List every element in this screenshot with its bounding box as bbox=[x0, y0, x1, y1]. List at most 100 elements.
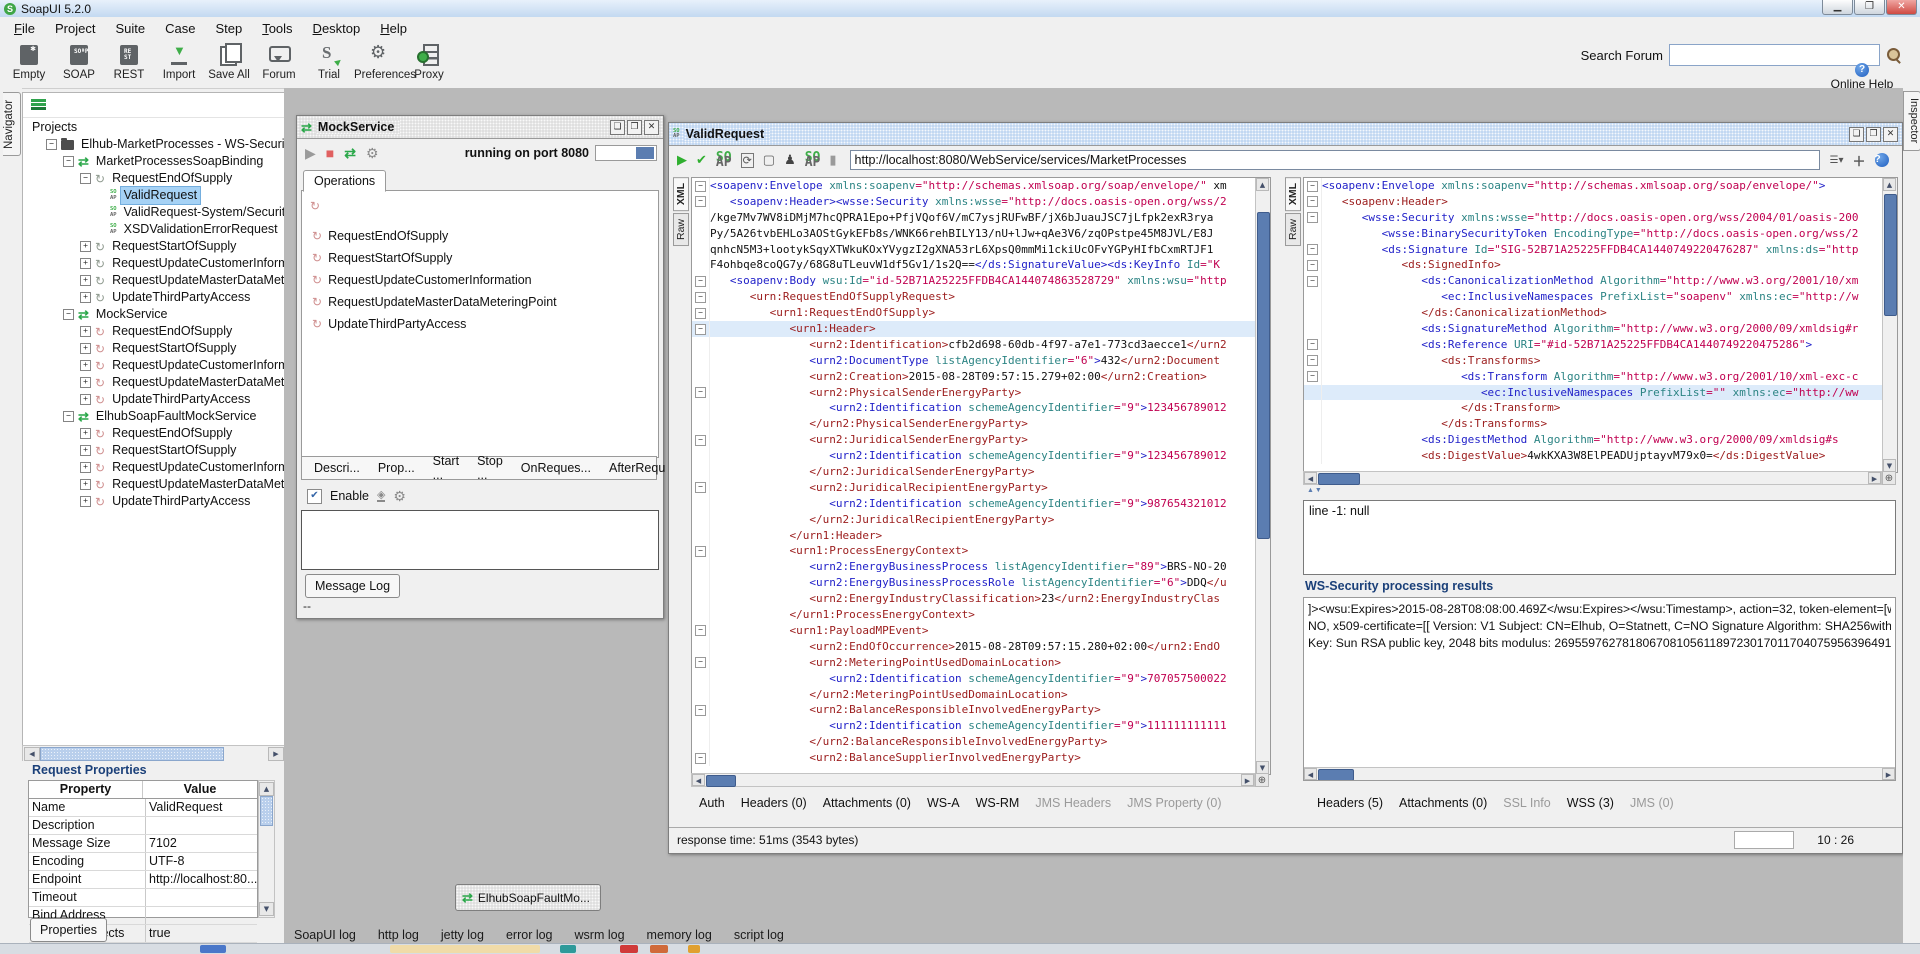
wss-results-box[interactable]: ]><wsu:Expires>2015-08-28T08:08:00.469Z<… bbox=[1303, 597, 1896, 781]
add-endpoint-icon[interactable]: ＋ bbox=[1853, 151, 1866, 170]
fold-collapse-icon[interactable]: − bbox=[695, 196, 706, 207]
fold-collapse-icon[interactable]: − bbox=[1307, 276, 1318, 287]
log-tab-memory[interactable]: memory log bbox=[647, 928, 712, 942]
toolbar-prefs-button[interactable]: Preferences bbox=[354, 39, 404, 88]
toolbar-empty-button[interactable]: Empty bbox=[4, 39, 54, 88]
tab-raw[interactable]: Raw bbox=[673, 213, 689, 246]
tree-item-label[interactable]: RequestUpdateCustomerInform... bbox=[109, 459, 286, 476]
fold-collapse-icon[interactable]: − bbox=[1307, 260, 1318, 271]
tree-row[interactable]: +↻UpdateThirdPartyAccess bbox=[23, 391, 285, 408]
scroll-thumb[interactable] bbox=[260, 796, 273, 826]
tree-item-label[interactable]: RequestUpdateMasterDataMeter... bbox=[109, 374, 286, 391]
frame-maximize-icon[interactable]: ❐ bbox=[1866, 127, 1881, 142]
tab-wss-3-[interactable]: WSS (3) bbox=[1567, 796, 1614, 810]
scroll-thumb[interactable] bbox=[1318, 769, 1354, 781]
mock-detail-tab[interactable]: Prop... bbox=[378, 461, 415, 475]
mockservice-titlebar[interactable]: ⇄ MockService ❏ ❐ ✕ bbox=[297, 116, 663, 139]
validation-error-box[interactable]: line -1: null bbox=[1303, 500, 1896, 575]
response-xml-editor[interactable]: −<soapenv:Envelope xmlns:soapenv="http:/… bbox=[1303, 177, 1898, 473]
menu-project[interactable]: Project bbox=[45, 19, 105, 38]
scroll-right-icon[interactable]: ▶ bbox=[1241, 774, 1254, 786]
tree-item-label[interactable]: UpdateThirdPartyAccess bbox=[109, 391, 253, 408]
tree-item-label[interactable]: ValidRequest bbox=[121, 187, 200, 204]
fold-collapse-icon[interactable]: − bbox=[695, 435, 706, 446]
collapse-icon[interactable]: − bbox=[80, 173, 91, 184]
tab-attachments-0-[interactable]: Attachments (0) bbox=[823, 796, 911, 810]
inspector-tab[interactable]: Inspector bbox=[1903, 91, 1920, 151]
log-tab-http[interactable]: http log bbox=[378, 928, 419, 942]
expand-icon[interactable]: + bbox=[80, 326, 91, 337]
minimized-mockservice-button[interactable]: ⇄ ElhubSoapFaultMo... bbox=[455, 884, 601, 911]
maximize-button[interactable]: ❐ bbox=[1854, 0, 1885, 15]
tree-row[interactable]: +↻RequestUpdateMasterDataMeter... bbox=[23, 272, 285, 289]
help-icon[interactable]: ? bbox=[1855, 63, 1869, 77]
credentials-icon[interactable]: ♟ bbox=[784, 152, 796, 168]
expand-icon[interactable]: + bbox=[80, 479, 91, 490]
tab-headers-5-[interactable]: Headers (5) bbox=[1317, 796, 1383, 810]
tree-item-label[interactable]: RequestStartOfSupply bbox=[109, 238, 239, 255]
property-value-cell[interactable] bbox=[146, 817, 257, 834]
taskbar-icon[interactable] bbox=[650, 945, 668, 953]
fold-collapse-icon[interactable]: − bbox=[1307, 371, 1318, 382]
taskbar-icon[interactable] bbox=[390, 945, 540, 953]
tree-row[interactable]: +↻RequestUpdateCustomerInform... bbox=[23, 357, 285, 374]
menu-desktop[interactable]: Desktop bbox=[303, 19, 371, 38]
soap-version-icon[interactable]: SOAP bbox=[805, 155, 821, 166]
expand-icon[interactable]: + bbox=[80, 343, 91, 354]
toolbar-proxy-button[interactable]: Proxy bbox=[404, 39, 454, 88]
table-row[interactable]: Message Size7102 bbox=[29, 835, 257, 853]
fold-collapse-icon[interactable]: − bbox=[1307, 355, 1318, 366]
tab-raw[interactable]: Raw bbox=[1285, 213, 1301, 246]
tree-item-label[interactable]: UpdateThirdPartyAccess bbox=[109, 493, 253, 510]
tree-item-label[interactable]: RequestEndOfSupply bbox=[109, 170, 235, 187]
menu-tools[interactable]: Tools bbox=[252, 19, 302, 38]
mock-operation-row[interactable]: ↻RequestUpdateCustomerInformation bbox=[302, 269, 658, 291]
fold-collapse-icon[interactable]: − bbox=[1307, 181, 1318, 192]
fold-collapse-icon[interactable]: − bbox=[695, 181, 706, 192]
frame-close-icon[interactable]: ✕ bbox=[1883, 127, 1898, 142]
mock-detail-tab[interactable]: OnReques... bbox=[521, 461, 591, 475]
tree-item-label[interactable]: RequestUpdateCustomerInform... bbox=[109, 255, 286, 272]
fold-collapse-icon[interactable]: − bbox=[695, 753, 706, 764]
clear-script-icon[interactable]: ◈ bbox=[377, 490, 385, 502]
tree-row[interactable]: SOAPValidRequest bbox=[23, 187, 285, 204]
expand-icon[interactable]: + bbox=[80, 360, 91, 371]
expand-icon[interactable]: + bbox=[80, 377, 91, 388]
resubmit-request-icon[interactable]: ✔ bbox=[696, 152, 707, 168]
property-value-cell[interactable]: true bbox=[146, 925, 257, 942]
collapse-icon[interactable]: − bbox=[63, 411, 74, 422]
wss-horizontal-scrollbar[interactable]: ◀ ▶ bbox=[1303, 767, 1896, 781]
response-vertical-scrollbar[interactable]: ▲ ▼ bbox=[1882, 178, 1897, 472]
tab-ws-a[interactable]: WS-A bbox=[927, 796, 960, 810]
recreate-request-icon[interactable]: ⟳ bbox=[741, 153, 754, 168]
tree-item-label[interactable]: ValidRequest-System/Securit bbox=[121, 204, 286, 221]
toolbar-soap-button[interactable]: SOAP bbox=[54, 39, 104, 88]
scroll-thumb[interactable] bbox=[1257, 212, 1270, 539]
validrequest-titlebar[interactable]: SOAP ValidRequest ❏ ❐ ✕ bbox=[669, 123, 1902, 146]
endpoint-dropdown-icon[interactable]: ☰▾ bbox=[1830, 155, 1844, 166]
request-horizontal-scrollbar[interactable]: ◀ ▶ bbox=[691, 773, 1255, 787]
property-value-cell[interactable]: 7102 bbox=[146, 835, 257, 852]
tree-row[interactable]: −⇄ElhubSoapFaultMockService bbox=[23, 408, 285, 425]
menu-help[interactable]: Help bbox=[370, 19, 417, 38]
expand-icon[interactable]: + bbox=[80, 258, 91, 269]
tab-headers-0-[interactable]: Headers (0) bbox=[741, 796, 807, 810]
frame-close-icon[interactable]: ✕ bbox=[644, 120, 659, 135]
tree-row[interactable]: +↻RequestEndOfSupply bbox=[23, 323, 285, 340]
tree-item-label[interactable]: RequestUpdateMasterDataMeter... bbox=[109, 476, 286, 493]
tree-row[interactable]: −⇄MarketProcessesSoapBinding bbox=[23, 153, 285, 170]
taskbar-icon[interactable] bbox=[688, 945, 700, 953]
expand-icon[interactable]: + bbox=[80, 292, 91, 303]
tree-row[interactable]: +↻RequestStartOfSupply bbox=[23, 340, 285, 357]
mock-detail-tab[interactable]: AfterRequ bbox=[609, 461, 665, 475]
taskbar-icon[interactable] bbox=[200, 945, 226, 953]
tree-row[interactable]: SOAPXSDValidationErrorRequest bbox=[23, 221, 285, 238]
toolbar-trial-button[interactable]: Trial bbox=[304, 39, 354, 88]
windows-taskbar[interactable] bbox=[0, 943, 1920, 954]
scroll-thumb[interactable] bbox=[706, 775, 736, 787]
scroll-left-icon[interactable]: ◀ bbox=[24, 747, 40, 761]
scroll-down-icon[interactable]: ▼ bbox=[259, 902, 274, 916]
tab-attachments-0-[interactable]: Attachments (0) bbox=[1399, 796, 1487, 810]
scroll-right-icon[interactable]: ▶ bbox=[1868, 472, 1881, 484]
table-row[interactable]: NameValidRequest bbox=[29, 799, 257, 817]
